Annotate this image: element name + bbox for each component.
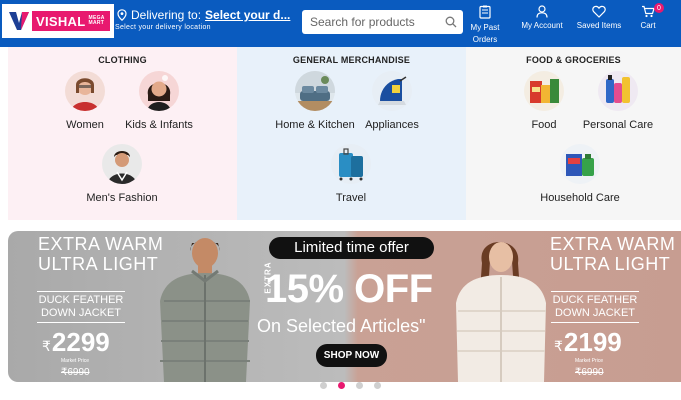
carousel-dot-2[interactable] — [338, 382, 345, 389]
category-travel[interactable]: Travel — [301, 144, 401, 204]
account-button[interactable]: My Account — [519, 5, 565, 30]
household-care-image — [560, 144, 600, 184]
heart-icon — [592, 5, 606, 18]
cart-icon — [642, 5, 655, 18]
category-personal-care-label: Personal Care — [582, 119, 654, 131]
left-sub-line1: DUCK FEATHER — [38, 294, 124, 306]
left-banner-subtitle: DUCK FEATHER DOWN JACKET — [37, 291, 125, 323]
category-appliances-label: Appliances — [365, 119, 419, 131]
limited-time-offer-tag: Limited time offer — [269, 237, 434, 259]
logo-wordmark: VISHAL MEGA MART — [32, 11, 111, 31]
personal-care-image — [598, 71, 638, 111]
select-location-link[interactable]: Select your d... — [205, 8, 290, 22]
left-market-price-label: Market Price — [60, 358, 90, 364]
home-kitchen-image — [295, 71, 335, 111]
rupee-symbol-right: ₹ — [554, 338, 563, 354]
left-price-value: 2299 — [51, 327, 110, 357]
selected-articles-text: On Selected Articles" — [257, 316, 426, 336]
carousel-dots — [320, 382, 381, 389]
carousel-dot-3[interactable] — [356, 382, 363, 389]
delivery-location[interactable]: Delivering to: Select your d... Select y… — [115, 8, 290, 31]
left-market-price: ₹6990 — [61, 367, 90, 378]
vishal-mega-mart-logo[interactable]: VISHAL MEGA MART — [2, 4, 114, 38]
left-mp-value: 6990 — [67, 367, 90, 378]
location-pin-icon — [117, 9, 127, 21]
general-merchandise-heading: GENERAL MERCHANDISE — [292, 55, 411, 65]
saved-items-button[interactable]: Saved Items — [576, 5, 622, 30]
logo-v-icon — [9, 12, 29, 30]
right-banner-subtitle: DUCK FEATHER DOWN JACKET — [551, 291, 639, 323]
category-household-care[interactable]: Household Care — [530, 144, 630, 204]
user-icon — [536, 5, 548, 18]
search-input[interactable] — [310, 15, 440, 29]
right-title-line1: EXTRA WARM — [550, 234, 676, 254]
category-appliances[interactable]: Appliances — [342, 71, 442, 131]
women-image — [65, 71, 105, 111]
search-bar[interactable] — [302, 10, 463, 34]
left-price: ₹2299 — [42, 327, 110, 358]
right-market-price: ₹6990 — [575, 367, 604, 378]
left-banner-title: EXTRA WARM ULTRA LIGHT — [38, 234, 163, 274]
category-mens-fashion-label: Men's Fashion — [86, 192, 158, 204]
food-groceries-section: FOOD & GROCERIES Food Personal Care Hous… — [466, 47, 681, 220]
account-label: My Account — [521, 21, 563, 30]
mens-fashion-image — [102, 144, 142, 184]
delivery-subtext: Select your delivery location — [115, 24, 211, 31]
right-price-value: 2199 — [563, 327, 622, 357]
logo-subtext: MEGA MART — [88, 15, 105, 26]
rupee-symbol: ₹ — [42, 338, 51, 354]
category-kids-infants[interactable]: Kids & Infants — [109, 71, 209, 131]
right-title-line2: ULTRA LIGHT — [550, 254, 671, 274]
appliances-image — [372, 71, 412, 111]
carousel-dot-1[interactable] — [320, 382, 327, 389]
promo-banner[interactable]: EXTRA WARM ULTRA LIGHT DUCK FEATHER DOWN… — [8, 231, 681, 382]
kids-image — [139, 71, 179, 111]
category-mens-fashion[interactable]: Men's Fashion — [72, 144, 172, 204]
category-household-care-label: Household Care — [540, 192, 620, 204]
category-kids-infants-label: Kids & Infants — [125, 119, 193, 131]
logo-text: VISHAL — [36, 13, 86, 29]
search-icon[interactable] — [445, 16, 457, 28]
right-price: ₹2199 — [554, 327, 622, 358]
clothing-heading: CLOTHING — [98, 55, 147, 65]
food-image — [524, 71, 564, 111]
right-sub-line2: DOWN JACKET — [554, 307, 636, 319]
right-banner-title: EXTRA WARM ULTRA LIGHT — [550, 234, 675, 274]
saved-items-label: Saved Items — [576, 21, 622, 30]
right-sub-line1: DUCK FEATHER — [552, 294, 638, 306]
man-jacket-image — [160, 238, 250, 382]
clothing-section: CLOTHING Women Kids & Infants Men's Fash… — [8, 47, 237, 220]
past-orders-button[interactable]: My Past Orders — [470, 5, 500, 46]
general-merchandise-section: GENERAL MERCHANDISE Home & Kitchen Appli… — [237, 47, 466, 220]
carousel-dot-4[interactable] — [374, 382, 381, 389]
left-title-line2: ULTRA LIGHT — [38, 254, 159, 274]
right-market-price-label: Market Price — [574, 358, 604, 364]
right-mp-value: 6990 — [581, 367, 604, 378]
cart-button[interactable]: 0 Cart — [638, 3, 664, 30]
past-orders-label: My Past Orders — [470, 23, 500, 44]
discount-percent: 15% OFF — [265, 267, 433, 311]
woman-jacket-image — [456, 242, 546, 382]
food-groceries-heading: FOOD & GROCERIES — [526, 55, 621, 65]
cart-label: Cart — [640, 21, 656, 30]
orders-icon — [479, 5, 491, 19]
delivering-to-label: Delivering to: — [131, 8, 202, 22]
left-title-line1: EXTRA WARM — [38, 234, 164, 254]
travel-image — [331, 144, 371, 184]
cart-count-badge: 0 — [654, 3, 664, 13]
shop-now-button[interactable]: SHOP NOW — [316, 344, 387, 367]
left-sub-line2: DOWN JACKET — [40, 307, 122, 319]
category-personal-care[interactable]: Personal Care — [568, 71, 668, 131]
category-travel-label: Travel — [335, 192, 367, 204]
top-header: VISHAL MEGA MART Delivering to: Select y… — [0, 0, 681, 47]
